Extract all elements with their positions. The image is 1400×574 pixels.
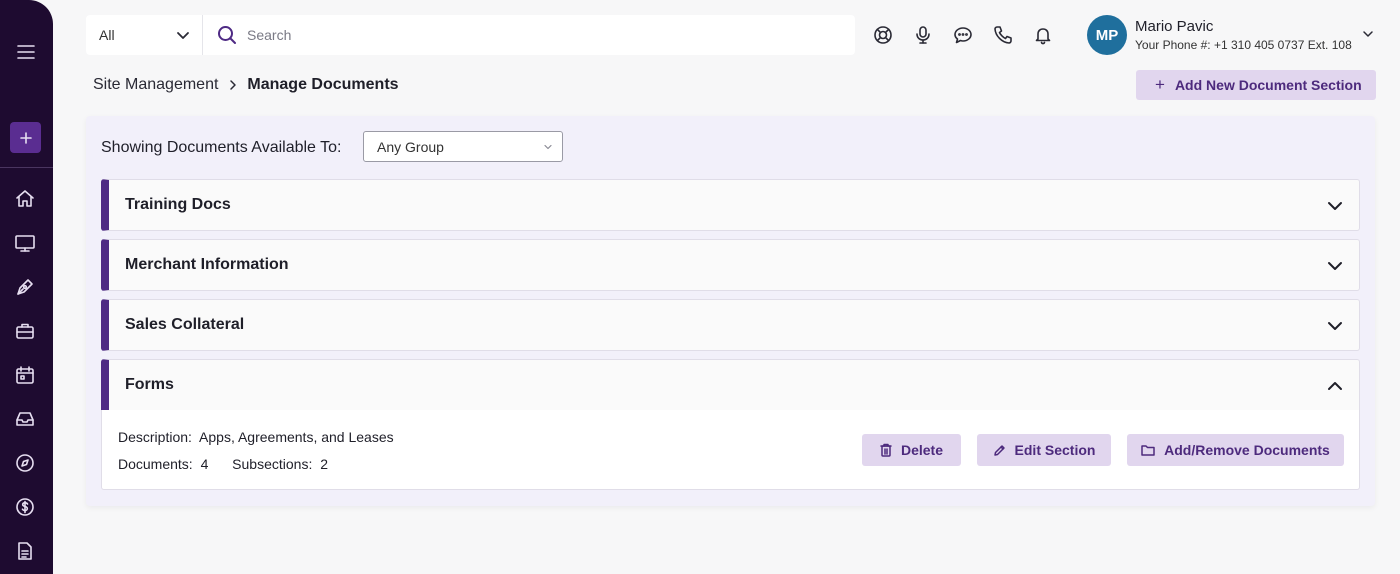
search-scope-value: All (99, 27, 115, 43)
add-document-section-button[interactable]: + Add New Document Section (1136, 70, 1376, 100)
user-name[interactable]: Mario Pavic (1135, 18, 1213, 35)
section-title: Forms (125, 376, 174, 393)
home-icon[interactable] (14, 188, 36, 210)
sidebar-divider (0, 167, 53, 168)
search-icon[interactable] (216, 24, 238, 46)
description-label: Description: (118, 429, 192, 445)
phone-icon[interactable] (992, 24, 1014, 46)
documents-label: Documents: (118, 456, 193, 472)
sidebar-add-button[interactable] (10, 122, 41, 153)
dollar-icon[interactable] (14, 496, 36, 518)
section-title: Sales Collateral (125, 316, 245, 333)
plus-icon: + (1155, 75, 1165, 94)
section-forms[interactable]: Forms (101, 359, 1360, 411)
chevron-up-icon[interactable] (1327, 378, 1343, 394)
chevron-down-icon[interactable] (1327, 198, 1343, 214)
menu-icon[interactable] (15, 42, 37, 62)
chevron-down-icon (544, 144, 552, 149)
user-phone: Your Phone #: +1 310 405 0737 Ext. 108 (1135, 38, 1352, 52)
section-training-docs[interactable]: Training Docs (101, 179, 1360, 231)
subsections-label: Subsections: (232, 456, 313, 472)
documents-panel: Showing Documents Available To: Any Grou… (86, 116, 1375, 506)
edit-section-button[interactable]: Edit Section (977, 434, 1111, 466)
search-scope-select[interactable]: All (86, 15, 203, 55)
breadcrumb: Site Management Manage Documents (93, 76, 399, 94)
counts-row: Documents: 4 Subsections: 2 (118, 456, 328, 472)
briefcase-icon[interactable] (14, 320, 36, 342)
section-sales-collateral[interactable]: Sales Collateral (101, 299, 1360, 351)
add-document-section-label: Add New Document Section (1174, 77, 1362, 93)
description-row: Description: Apps, Agreements, and Lease… (118, 429, 394, 445)
breadcrumb-root[interactable]: Site Management (93, 76, 218, 94)
search-bar: All (86, 15, 855, 55)
edit-section-label: Edit Section (1014, 442, 1096, 458)
microphone-icon[interactable] (912, 24, 934, 46)
pencil-icon (993, 444, 1005, 456)
page-title: Manage Documents (247, 76, 399, 93)
add-remove-documents-label: Add/Remove Documents (1164, 442, 1330, 458)
compass-icon[interactable] (14, 452, 36, 474)
plus-icon (19, 131, 32, 144)
group-select[interactable]: Any Group (363, 131, 563, 162)
delete-button[interactable]: Delete (862, 434, 961, 466)
bell-icon[interactable] (1032, 24, 1054, 46)
subsections-count: 2 (320, 456, 329, 472)
filter-label: Showing Documents Available To: (101, 139, 342, 156)
chevron-down-icon[interactable] (1327, 318, 1343, 334)
section-title: Merchant Information (125, 256, 289, 273)
delete-label: Delete (900, 442, 944, 458)
chat-icon[interactable] (952, 24, 974, 46)
search-input[interactable] (247, 27, 827, 43)
chevron-down-icon[interactable] (1327, 258, 1343, 274)
lifebuoy-icon[interactable] (872, 24, 894, 46)
section-forms-details: Description: Apps, Agreements, and Lease… (101, 410, 1360, 490)
avatar[interactable]: MP (1087, 15, 1127, 55)
chevron-down-icon (177, 32, 189, 39)
folder-icon (1141, 445, 1155, 456)
pen-icon[interactable] (14, 276, 36, 298)
group-select-value: Any Group (377, 138, 444, 155)
section-merchant-information[interactable]: Merchant Information (101, 239, 1360, 291)
monitor-icon[interactable] (14, 232, 36, 254)
document-icon[interactable] (14, 540, 36, 562)
sidebar (0, 0, 53, 574)
chevron-right-icon (228, 79, 238, 91)
inbox-icon[interactable] (14, 408, 36, 430)
section-title: Training Docs (125, 196, 231, 213)
add-remove-documents-button[interactable]: Add/Remove Documents (1127, 434, 1344, 466)
chevron-down-icon[interactable] (1362, 28, 1374, 40)
documents-count: 4 (200, 456, 209, 472)
trash-icon (880, 443, 892, 457)
description-value: Apps, Agreements, and Leases (199, 429, 394, 445)
calendar-icon[interactable] (14, 364, 36, 386)
